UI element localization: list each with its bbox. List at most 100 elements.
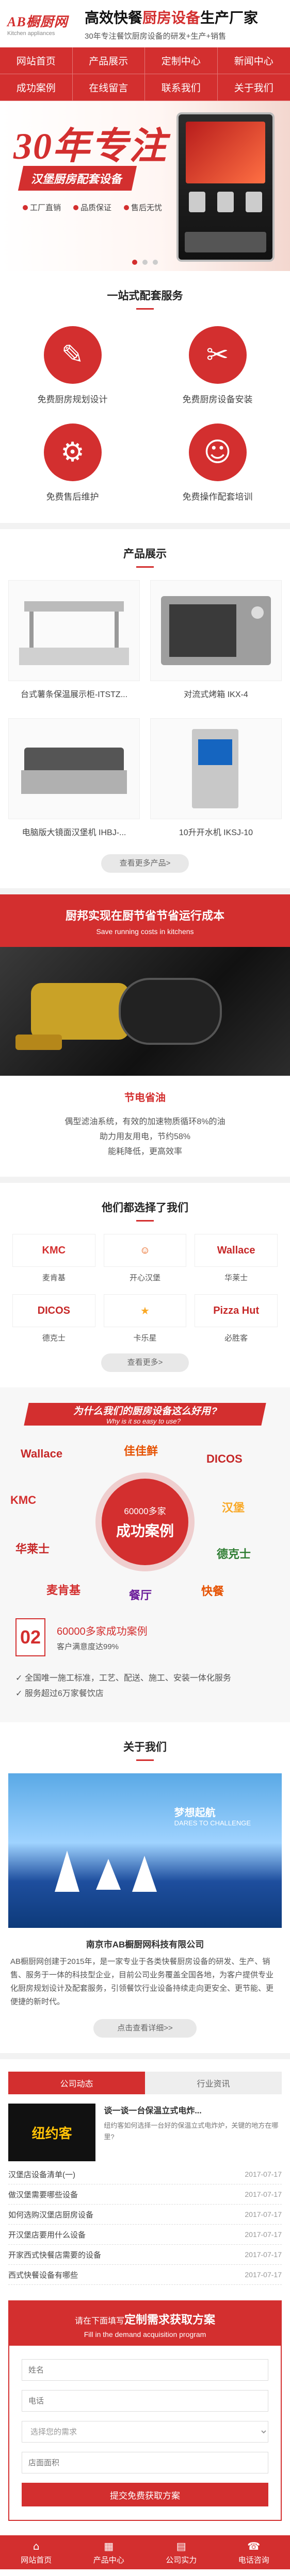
section-divider [0, 2053, 290, 2059]
phone-icon: ☎ [247, 2539, 261, 2552]
news-featured[interactable]: 纽约客 谈一谈一台保温立式电炸... 纽约客如何选择一台好的保温立式电炸炉，关键… [8, 2104, 282, 2161]
product-card[interactable]: 台式薯条保温展示柜-ITSTZ... [8, 580, 140, 706]
service-item[interactable]: ⚙ 免费售后维护 [0, 423, 145, 502]
partners-grid: KMC 麦肯基 ☺ 开心汉堡 Wallace 华莱士 DICOS 德克士 ★ 卡乐星 Pi… [0, 1234, 290, 1343]
main-nav: 网站首页 产品展示 定制中心 新闻中心 成功案例 在线留言 联系我们 关于我们 [0, 47, 290, 101]
banner-feature: 工厂直销 [23, 202, 61, 213]
quote-form: 请在下面填写定制需求获取方案 Fill in the demand acquis… [8, 2300, 282, 2521]
name-input[interactable] [22, 2359, 268, 2381]
header-title: 高效快餐厨房设备生产厂家 [85, 9, 259, 26]
partner-item[interactable]: Pizza Hut 必胜客 [195, 1294, 278, 1343]
service-item[interactable]: ☺ 免费操作配套培训 [145, 423, 290, 502]
service-item[interactable]: ✂ 免费厨房设备安装 [145, 326, 290, 405]
carousel-dot[interactable] [142, 260, 148, 265]
more-partners-button[interactable]: 查看更多> [101, 1353, 189, 1372]
beverage-machine-image [176, 112, 275, 262]
tab-company-news[interactable]: 公司动态 [8, 2072, 145, 2094]
dot-icon [23, 205, 28, 210]
partner-name: 卡乐星 [133, 1334, 157, 1343]
nav-cases[interactable]: 成功案例 [0, 74, 73, 101]
energy-subtitle: 节电省油 [124, 1092, 166, 1104]
news-row[interactable]: 汉堡店设备清单(一) 2017-07-17 [8, 2164, 282, 2184]
sail-icon [132, 1856, 157, 1892]
nav-home[interactable]: 网站首页 [0, 47, 73, 74]
client-logo: 餐厅 [129, 1589, 152, 1602]
energy-title-en: Save running costs in kitchens [96, 927, 194, 936]
nav-news[interactable]: 新闻中心 [217, 47, 290, 74]
grid-icon: ▦ [104, 2539, 114, 2552]
banner-headline: 30年专注 [13, 126, 168, 167]
phone-input[interactable] [22, 2390, 268, 2412]
news-row[interactable]: 西式快餐设备有哪些 2017-07-17 [8, 2265, 282, 2285]
news-row[interactable]: 做汉堡需要哪些设备 2017-07-17 [8, 2184, 282, 2205]
footer-phone[interactable]: ☎ 电话咨询 [218, 2535, 290, 2569]
header-slogan: 高效快餐厨房设备生产厂家 30年专注餐饮厨房设备的研发+生产+销售 [85, 7, 258, 41]
product-card[interactable]: 10升开水机 IKSJ-10 [150, 718, 282, 844]
gear-icon: ⚙ [43, 423, 102, 481]
nav-about[interactable]: 关于我们 [217, 74, 290, 101]
carousel-dot[interactable] [153, 260, 158, 265]
demand-select[interactable]: 选择您的需求 [22, 2421, 268, 2443]
products-title: 产品展示 [0, 546, 290, 568]
why-list-item: ✓ 全国唯一施工标准，工艺、配送、施工、安装一体化服务 [15, 1674, 231, 1683]
why-title-bar: 为什么我们的厨房设备这么好用? Why is it so easy to use… [24, 1403, 266, 1426]
products-grid: 台式薯条保温展示柜-ITSTZ... 对流式烤箱 IKX-4 电脑版大镜面汉堡机… [0, 580, 290, 844]
news-list: 汉堡店设备清单(一) 2017-07-17 做汉堡需要哪些设备 2017-07-17… [8, 2164, 282, 2285]
more-products-button[interactable]: 查看更多产品> [101, 854, 189, 873]
nav-contact[interactable]: 联系我们 [145, 74, 218, 101]
news-featured-title: 谈一谈一台保温立式电炸... [104, 2107, 202, 2115]
home-icon: ⌂ [33, 2539, 40, 2552]
news-thumbnail: 纽约客 [8, 2104, 96, 2161]
client-logo: KMC [10, 1494, 37, 1506]
banner-strip: 汉堡厨房配套设备 [18, 166, 137, 191]
nav-message[interactable]: 在线留言 [72, 74, 145, 101]
product-card[interactable]: 对流式烤箱 IKX-4 [150, 580, 282, 706]
about-tagline: 梦想起航 DARES TO CHALLENGE [174, 1807, 251, 1827]
partner-name: 德克士 [42, 1334, 66, 1343]
news-row[interactable]: 开家西式快餐店需要的设备 2017-07-17 [8, 2245, 282, 2265]
product-card[interactable]: 电脑版大镜面汉堡机 IHBJ-... [8, 718, 140, 844]
hero-banner[interactable]: 30年专注 汉堡厨房配套设备 工厂直销 品质保证 售后无忧 [0, 101, 290, 271]
partner-item[interactable]: Wallace 华莱士 [195, 1234, 278, 1283]
about-image: 梦想起航 DARES TO CHALLENGE [8, 1773, 282, 1928]
form-subtitle: Fill in the demand acquisition program [84, 2330, 206, 2338]
partner-item[interactable]: ★ 卡乐星 [103, 1294, 187, 1343]
footer-strength[interactable]: ▤ 公司实力 [145, 2535, 218, 2569]
client-logo: Wallace [21, 1447, 63, 1460]
product-name: 10升开水机 IKSJ-10 [179, 828, 253, 837]
form-title: 请在下面填写定制需求获取方案 [74, 2313, 216, 2326]
success-case-circle: 60000多家 成功案例 [102, 1479, 188, 1565]
sail-icon [55, 1851, 79, 1892]
logo[interactable]: AB橱厨网 Kitchen appliances [7, 11, 74, 37]
service-label: 免费操作配套培训 [182, 492, 253, 502]
form-header: 请在下面填写定制需求获取方案 Fill in the demand acquis… [9, 2301, 281, 2346]
nav-custom[interactable]: 定制中心 [145, 47, 218, 74]
partner-name: 开心汉堡 [129, 1274, 160, 1282]
why-point: 02 60000多家成功案例 客户满意度达99% [0, 1618, 290, 1656]
why-list: ✓ 全国唯一施工标准，工艺、配送、施工、安装一体化服务 ✓ 服务超过6万家餐饮店 [0, 1656, 290, 1702]
news-row[interactable]: 如何选购汉堡店厨房设备 2017-07-17 [8, 2205, 282, 2225]
news-row[interactable]: 开汉堡店要用什么设备 2017-07-17 [8, 2225, 282, 2245]
product-image [8, 718, 140, 819]
footer-home[interactable]: ⌂ 网站首页 [0, 2535, 73, 2569]
partner-item[interactable]: DICOS 德克士 [12, 1294, 95, 1343]
energy-header: 厨邦实现在厨节省节省运行成本 Save running costs in kit… [0, 894, 290, 947]
carousel-dot[interactable] [132, 260, 137, 265]
submit-button[interactable]: 提交免费获取方案 [22, 2483, 268, 2506]
service-item[interactable]: ✎ 免费厨房规划设计 [0, 326, 145, 405]
point-title: 60000多家成功案例 [57, 1626, 148, 1637]
partner-item[interactable]: KMC 麦肯基 [12, 1234, 95, 1283]
area-input[interactable] [22, 2452, 268, 2473]
partner-item[interactable]: ☺ 开心汉堡 [103, 1234, 187, 1283]
news-tabs: 公司动态 行业资讯 [8, 2072, 282, 2094]
partner-logo: Pizza Hut [195, 1294, 278, 1327]
why-title: 为什么我们的厨房设备这么好用? [73, 1406, 219, 1417]
nav-products[interactable]: 产品展示 [72, 47, 145, 74]
footer-products[interactable]: ▦ 产品中心 [73, 2535, 146, 2569]
about-more-button[interactable]: 点击查看详细>> [93, 2019, 197, 2038]
product-name: 台式薯条保温展示柜-ITSTZ... [20, 690, 128, 699]
site-header: AB橱厨网 Kitchen appliances 高效快餐厨房设备生产厂家 30… [0, 0, 290, 47]
partner-name: 麦肯基 [42, 1274, 66, 1282]
tab-industry-news[interactable]: 行业资讯 [145, 2072, 282, 2094]
why-section: 为什么我们的厨房设备这么好用? Why is it so easy to use… [0, 1387, 290, 1722]
